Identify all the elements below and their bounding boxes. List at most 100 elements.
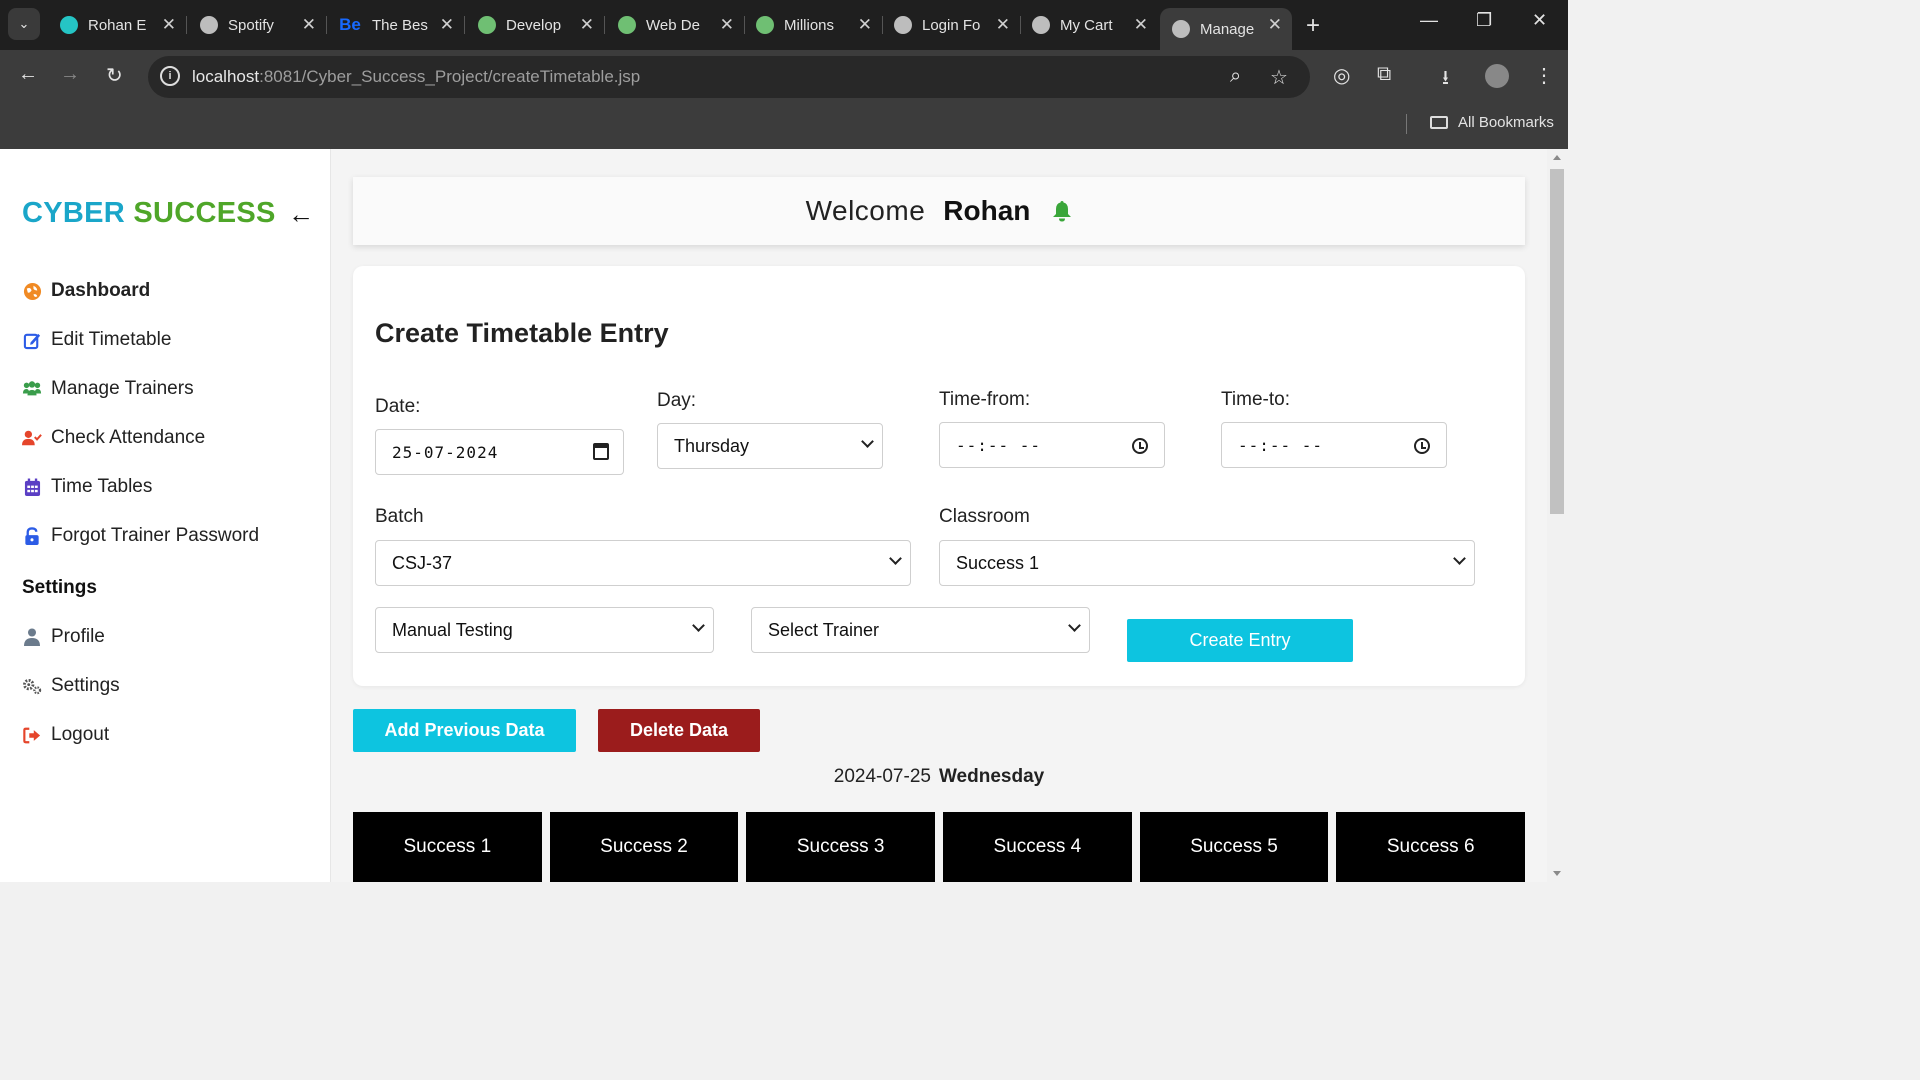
tab-title: Develop (506, 16, 562, 34)
browser-tab[interactable]: Spotify ✕ (188, 8, 327, 42)
close-icon[interactable]: ✕ (720, 15, 734, 35)
scroll-up-arrow-icon[interactable] (1553, 155, 1561, 160)
close-icon[interactable]: ✕ (996, 15, 1010, 35)
day-value: Thursday (674, 435, 750, 456)
restore-icon[interactable]: ❐ (1476, 10, 1492, 31)
settings-heading: Settings (22, 577, 97, 598)
close-icon[interactable]: ✕ (1134, 15, 1148, 35)
browser-tab[interactable]: Be The Bes ✕ (326, 8, 465, 42)
sidebar-item-time-tables[interactable]: Time Tables (22, 476, 152, 498)
browser-tab[interactable]: Develop ✕ (466, 8, 605, 42)
page-scrollbar[interactable] (1547, 149, 1568, 882)
time-to-input[interactable]: --:-- -- (1221, 422, 1447, 468)
sidebar-item-manage-trainers[interactable]: Manage Trainers (22, 378, 194, 400)
browser-tab[interactable]: Rohan E ✕ (48, 8, 187, 42)
star-icon[interactable]: ☆ (1270, 65, 1288, 90)
time-to-label: Time-to: (1221, 389, 1290, 410)
schedule-date-line: 2024-07-25 Wednesday (332, 766, 1546, 788)
clock-icon[interactable] (1132, 438, 1148, 454)
sidebar-item-logout[interactable]: Logout (22, 724, 109, 746)
address-bar[interactable]: i localhost:8081/Cyber_Success_Project/c… (148, 56, 1310, 98)
date-input[interactable]: 25-07-2024 (375, 429, 624, 475)
create-entry-button[interactable]: Create Entry (1127, 619, 1353, 662)
bell-icon[interactable] (1052, 200, 1072, 222)
tab-search-button[interactable]: ⌄ (8, 8, 40, 40)
browser-tab[interactable]: Web De ✕ (606, 8, 745, 42)
schedule-day: Wednesday (938, 766, 1045, 787)
trainer-select[interactable]: Select Trainer (751, 607, 1090, 653)
date-value: 25-07-2024 (392, 442, 499, 462)
download-icon[interactable]: ⭳ (1442, 63, 1449, 97)
zoom-icon[interactable]: ⌕ (1230, 65, 1241, 88)
scrollbar-thumb[interactable] (1550, 169, 1564, 514)
close-icon[interactable]: ✕ (162, 15, 176, 35)
extensions-icon[interactable]: ⧉ (1377, 63, 1391, 86)
add-previous-data-button[interactable]: Add Previous Data (353, 709, 576, 752)
batch-label: Batch (375, 506, 424, 527)
lock-icon (22, 526, 42, 546)
profile-avatar[interactable] (1485, 64, 1509, 88)
tab-title: Web De (646, 16, 700, 34)
sidebar-item-profile[interactable]: Profile (22, 626, 105, 648)
leaf-icon (478, 16, 496, 34)
tab-title: Manage (1200, 20, 1255, 38)
tab-title: Login Fo (922, 16, 981, 34)
clock-icon[interactable] (1414, 438, 1430, 454)
sidebar-item-edit-timetable[interactable]: Edit Timetable (22, 329, 171, 351)
user-check-icon (22, 428, 42, 448)
scroll-down-arrow-icon[interactable] (1553, 871, 1561, 876)
page-viewport: CYBER SUCCESS ← Dashboard Edit Timetable… (0, 149, 1568, 882)
close-icon[interactable]: ✕ (858, 15, 872, 35)
day-label: Day: (657, 390, 697, 411)
sidebar-item-check-attendance[interactable]: Check Attendance (22, 427, 205, 449)
welcome-header: Welcome Rohan (353, 177, 1525, 245)
sidebar-item-label: Edit Timetable (51, 329, 172, 350)
site-info-icon[interactable]: i (160, 66, 180, 86)
url-host: localhost (192, 67, 260, 86)
leaf-icon (756, 16, 774, 34)
close-icon[interactable]: ✕ (580, 15, 594, 35)
back-icon[interactable]: ← (18, 63, 38, 86)
edit-icon (22, 330, 42, 350)
window-close-icon[interactable]: ✕ (1532, 10, 1547, 31)
batch-value: CSJ-37 (392, 552, 453, 573)
reload-icon[interactable]: ↻ (106, 63, 123, 88)
tab-title: Spotify (228, 16, 274, 34)
sidebar-item-label: Check Attendance (51, 427, 206, 448)
browser-tab[interactable]: My Cart ✕ (1020, 8, 1158, 42)
extension-target-icon[interactable]: ◎ (1333, 63, 1350, 88)
classroom-value: Success 1 (956, 552, 1040, 573)
close-icon[interactable]: ✕ (302, 15, 316, 35)
trainer-value: Select Trainer (768, 619, 880, 640)
globe-icon (22, 281, 42, 301)
browser-tab-active[interactable]: Manage ✕ (1160, 8, 1292, 50)
minimize-icon[interactable]: — (1420, 10, 1438, 31)
url-path: :8081/Cyber_Success_Project/createTimeta… (259, 67, 641, 86)
gears-icon (22, 676, 42, 696)
new-tab-button[interactable]: + (1306, 12, 1320, 40)
sidebar-item-dashboard[interactable]: Dashboard (22, 280, 150, 302)
classroom-select[interactable]: Success 1 (939, 540, 1475, 586)
menu-icon[interactable]: ⋮ (1534, 63, 1554, 88)
sidebar-item-label: Manage Trainers (51, 378, 194, 399)
time-from-input[interactable]: --:-- -- (939, 422, 1165, 468)
forward-icon[interactable]: → (60, 63, 80, 86)
close-icon[interactable]: ✕ (440, 15, 454, 35)
collapse-sidebar-arrow-icon[interactable]: ← (288, 199, 314, 230)
close-icon[interactable]: ✕ (1268, 15, 1282, 35)
sidebar-item-settings[interactable]: Settings (22, 675, 120, 697)
calendar-picker-icon[interactable] (593, 443, 609, 460)
url-text[interactable]: localhost:8081/Cyber_Success_Project/cre… (192, 67, 640, 87)
sidebar-item-label: Logout (51, 724, 110, 745)
sidebar-item-forgot-trainer-password[interactable]: Forgot Trainer Password (22, 525, 259, 547)
batch-select[interactable]: CSJ-37 (375, 540, 911, 586)
browser-tab[interactable]: Login Fo ✕ (882, 8, 1021, 42)
day-select[interactable]: Thursday (657, 423, 883, 469)
all-bookmarks-link[interactable]: All Bookmarks (1458, 114, 1554, 131)
delete-data-button[interactable]: Delete Data (598, 709, 760, 752)
browser-tab[interactable]: Millions ✕ (744, 8, 883, 42)
subject-select[interactable]: Manual Testing (375, 607, 714, 653)
date-label: Date: (375, 396, 421, 417)
main-content: Welcome Rohan Create Timetable Entry Dat… (332, 149, 1546, 882)
form-title: Create Timetable Entry (375, 318, 669, 348)
